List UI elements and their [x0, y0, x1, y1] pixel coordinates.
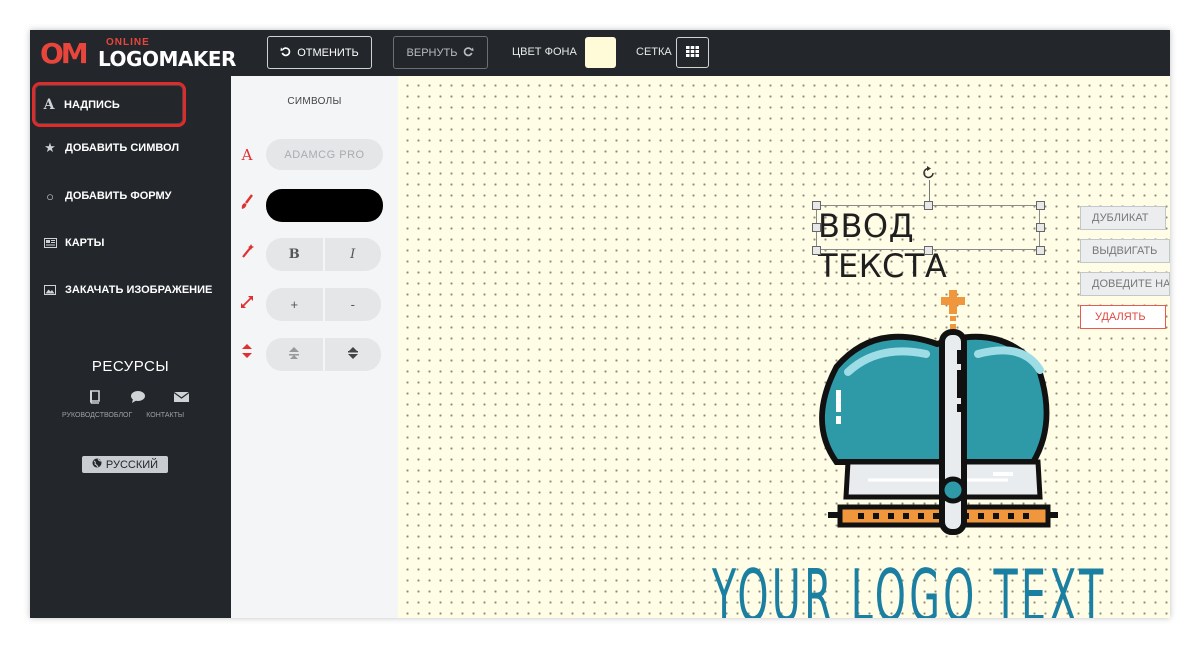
minus-label: - — [350, 297, 355, 312]
grid-label: СЕТКА — [636, 46, 672, 58]
resize-handle-bottom-right[interactable] — [1036, 246, 1045, 255]
contacts-link[interactable]: КОНТАКТЫ — [146, 412, 184, 419]
resources-title: РЕСУРСЫ — [91, 358, 170, 375]
resize-handle-bottom[interactable] — [924, 246, 933, 255]
size-increase-button[interactable]: + — [266, 288, 323, 321]
top-toolbar: OM ONLINE LOGOMAKER ОТМЕНИТЬ ВЕРНУТЬ ЦВЕ… — [30, 30, 1170, 76]
plus-label: + — [290, 297, 299, 312]
font-name: ADAMCG PRO — [284, 148, 365, 161]
sidebar-item-text[interactable]: A НАДПИСЬ — [32, 82, 186, 127]
text-style-group: B I — [266, 238, 381, 271]
language-label: РУССКИЙ — [105, 458, 159, 471]
sidebar-item-label: КАРТЫ — [65, 237, 105, 249]
bold-button[interactable]: B — [266, 238, 323, 271]
sidebar-item-add-shape[interactable]: ○ ДОБАВИТЬ ФОРМУ — [40, 181, 220, 211]
undo-icon — [280, 46, 291, 60]
spacing-up-button[interactable] — [266, 338, 323, 371]
delete-button[interactable]: УДАЛЯТЬ — [1080, 305, 1166, 329]
delete-label: УДАЛЯТЬ — [1095, 311, 1146, 323]
italic-button[interactable]: I — [324, 238, 381, 271]
guide-link[interactable]: РУКОВОДСТВО — [62, 412, 114, 419]
magic-wand-icon — [239, 244, 255, 263]
size-decrease-button[interactable]: - — [324, 288, 381, 321]
send-to-button[interactable]: ДОВЕДИТЕ НА — [1080, 272, 1170, 296]
arrow-down-icon — [347, 346, 359, 363]
globe-icon — [92, 458, 102, 471]
resize-handle-left[interactable] — [812, 223, 821, 232]
redo-icon — [463, 46, 474, 60]
design-canvas[interactable]: ВВОД ТЕКСТА ДУБЛИКАТ ВЫДВИГАТЬ ДОВЕДИТЕ … — [398, 76, 1170, 618]
font-icon: A — [241, 146, 253, 164]
sidebar-item-add-symbol[interactable]: ★ ДОБАВИТЬ СИМВОЛ — [40, 133, 220, 163]
logo[interactable]: OM ONLINE LOGOMAKER — [40, 36, 236, 71]
text-icon: A — [43, 96, 55, 113]
circle-icon: ○ — [46, 188, 54, 204]
panel-title: СИМВОЛЫ — [287, 96, 342, 107]
left-sidebar: A НАДПИСЬ ★ ДОБАВИТЬ СИМВОЛ ○ ДОБАВИТЬ Ф… — [30, 76, 231, 618]
text-color-picker[interactable] — [266, 189, 383, 222]
resize-handle-top[interactable] — [924, 201, 933, 210]
resources-links: РУКОВОДСТВО БЛОГ КОНТАКТЫ — [62, 412, 184, 419]
italic-label: I — [350, 247, 356, 262]
grid-icon — [686, 44, 699, 62]
send-to-label: ДОВЕДИТЕ НА — [1092, 278, 1170, 290]
brush-icon — [239, 194, 255, 213]
sidebar-item-label: ЗАКАЧАТЬ ИЗОБРАЖЕНИЕ — [65, 284, 213, 296]
spacing-stepper — [266, 338, 381, 371]
resize-handle-right[interactable] — [1036, 223, 1045, 232]
resize-handle-top-left[interactable] — [812, 201, 821, 210]
spacing-icon — [239, 344, 255, 361]
sidebar-item-label: ДОБАВИТЬ ФОРМУ — [65, 190, 172, 202]
logo-mark: OM — [40, 37, 89, 70]
bring-forward-button[interactable]: ВЫДВИГАТЬ — [1080, 239, 1170, 263]
logo-wordmark: LOGOMAKER — [98, 47, 236, 71]
size-stepper: + - — [266, 288, 381, 321]
sidebar-item-label: ДОБАВИТЬ СИМВОЛ — [65, 142, 180, 154]
resize-handle-bottom-left[interactable] — [812, 246, 821, 255]
duplicate-label: ДУБЛИКАТ — [1092, 212, 1149, 224]
book-icon[interactable] — [88, 390, 102, 409]
logo-text[interactable]: YOUR LOGO TEXT — [712, 556, 1107, 618]
rotate-icon[interactable] — [922, 166, 936, 180]
star-icon: ★ — [44, 140, 56, 155]
font-selector[interactable]: ADAMCG PRO — [266, 139, 383, 170]
grid-toggle-button[interactable] — [676, 37, 709, 68]
bring-forward-label: ВЫДВИГАТЬ — [1092, 245, 1158, 257]
undo-label: ОТМЕНИТЬ — [297, 46, 359, 59]
app-window: OM ONLINE LOGOMAKER ОТМЕНИТЬ ВЕРНУТЬ ЦВЕ… — [30, 30, 1170, 618]
crown-logo-image[interactable] — [808, 272, 1058, 542]
redo-button[interactable]: ВЕРНУТЬ — [393, 36, 488, 69]
language-selector[interactable]: РУССКИЙ — [82, 456, 168, 473]
sidebar-item-maps[interactable]: КАРТЫ — [40, 228, 220, 258]
sidebar-item-upload-image[interactable]: ЗАКАЧАТЬ ИЗОБРАЖЕНИЕ — [40, 275, 220, 305]
undo-button[interactable]: ОТМЕНИТЬ — [267, 36, 372, 69]
chat-icon[interactable] — [130, 390, 146, 409]
duplicate-button[interactable]: ДУБЛИКАТ — [1080, 206, 1166, 230]
redo-label: ВЕРНУТЬ — [406, 46, 458, 59]
resize-handle-top-right[interactable] — [1036, 201, 1045, 210]
map-icon — [43, 236, 57, 251]
sidebar-item-label: НАДПИСЬ — [64, 98, 120, 111]
resources-icons — [88, 390, 190, 409]
bold-label: B — [288, 247, 300, 262]
resize-icon — [239, 295, 255, 312]
image-icon — [43, 283, 57, 298]
bg-color-swatch[interactable] — [585, 37, 616, 68]
text-properties-panel: СИМВОЛЫ A ADAMCG PRO B I + - — [231, 76, 398, 618]
bg-color-label: ЦВЕТ ФОНА — [512, 46, 577, 58]
blog-link[interactable]: БЛОГ — [114, 412, 132, 419]
mail-icon[interactable] — [173, 390, 190, 409]
arrow-up-icon — [288, 346, 300, 363]
spacing-down-button[interactable] — [324, 338, 381, 371]
